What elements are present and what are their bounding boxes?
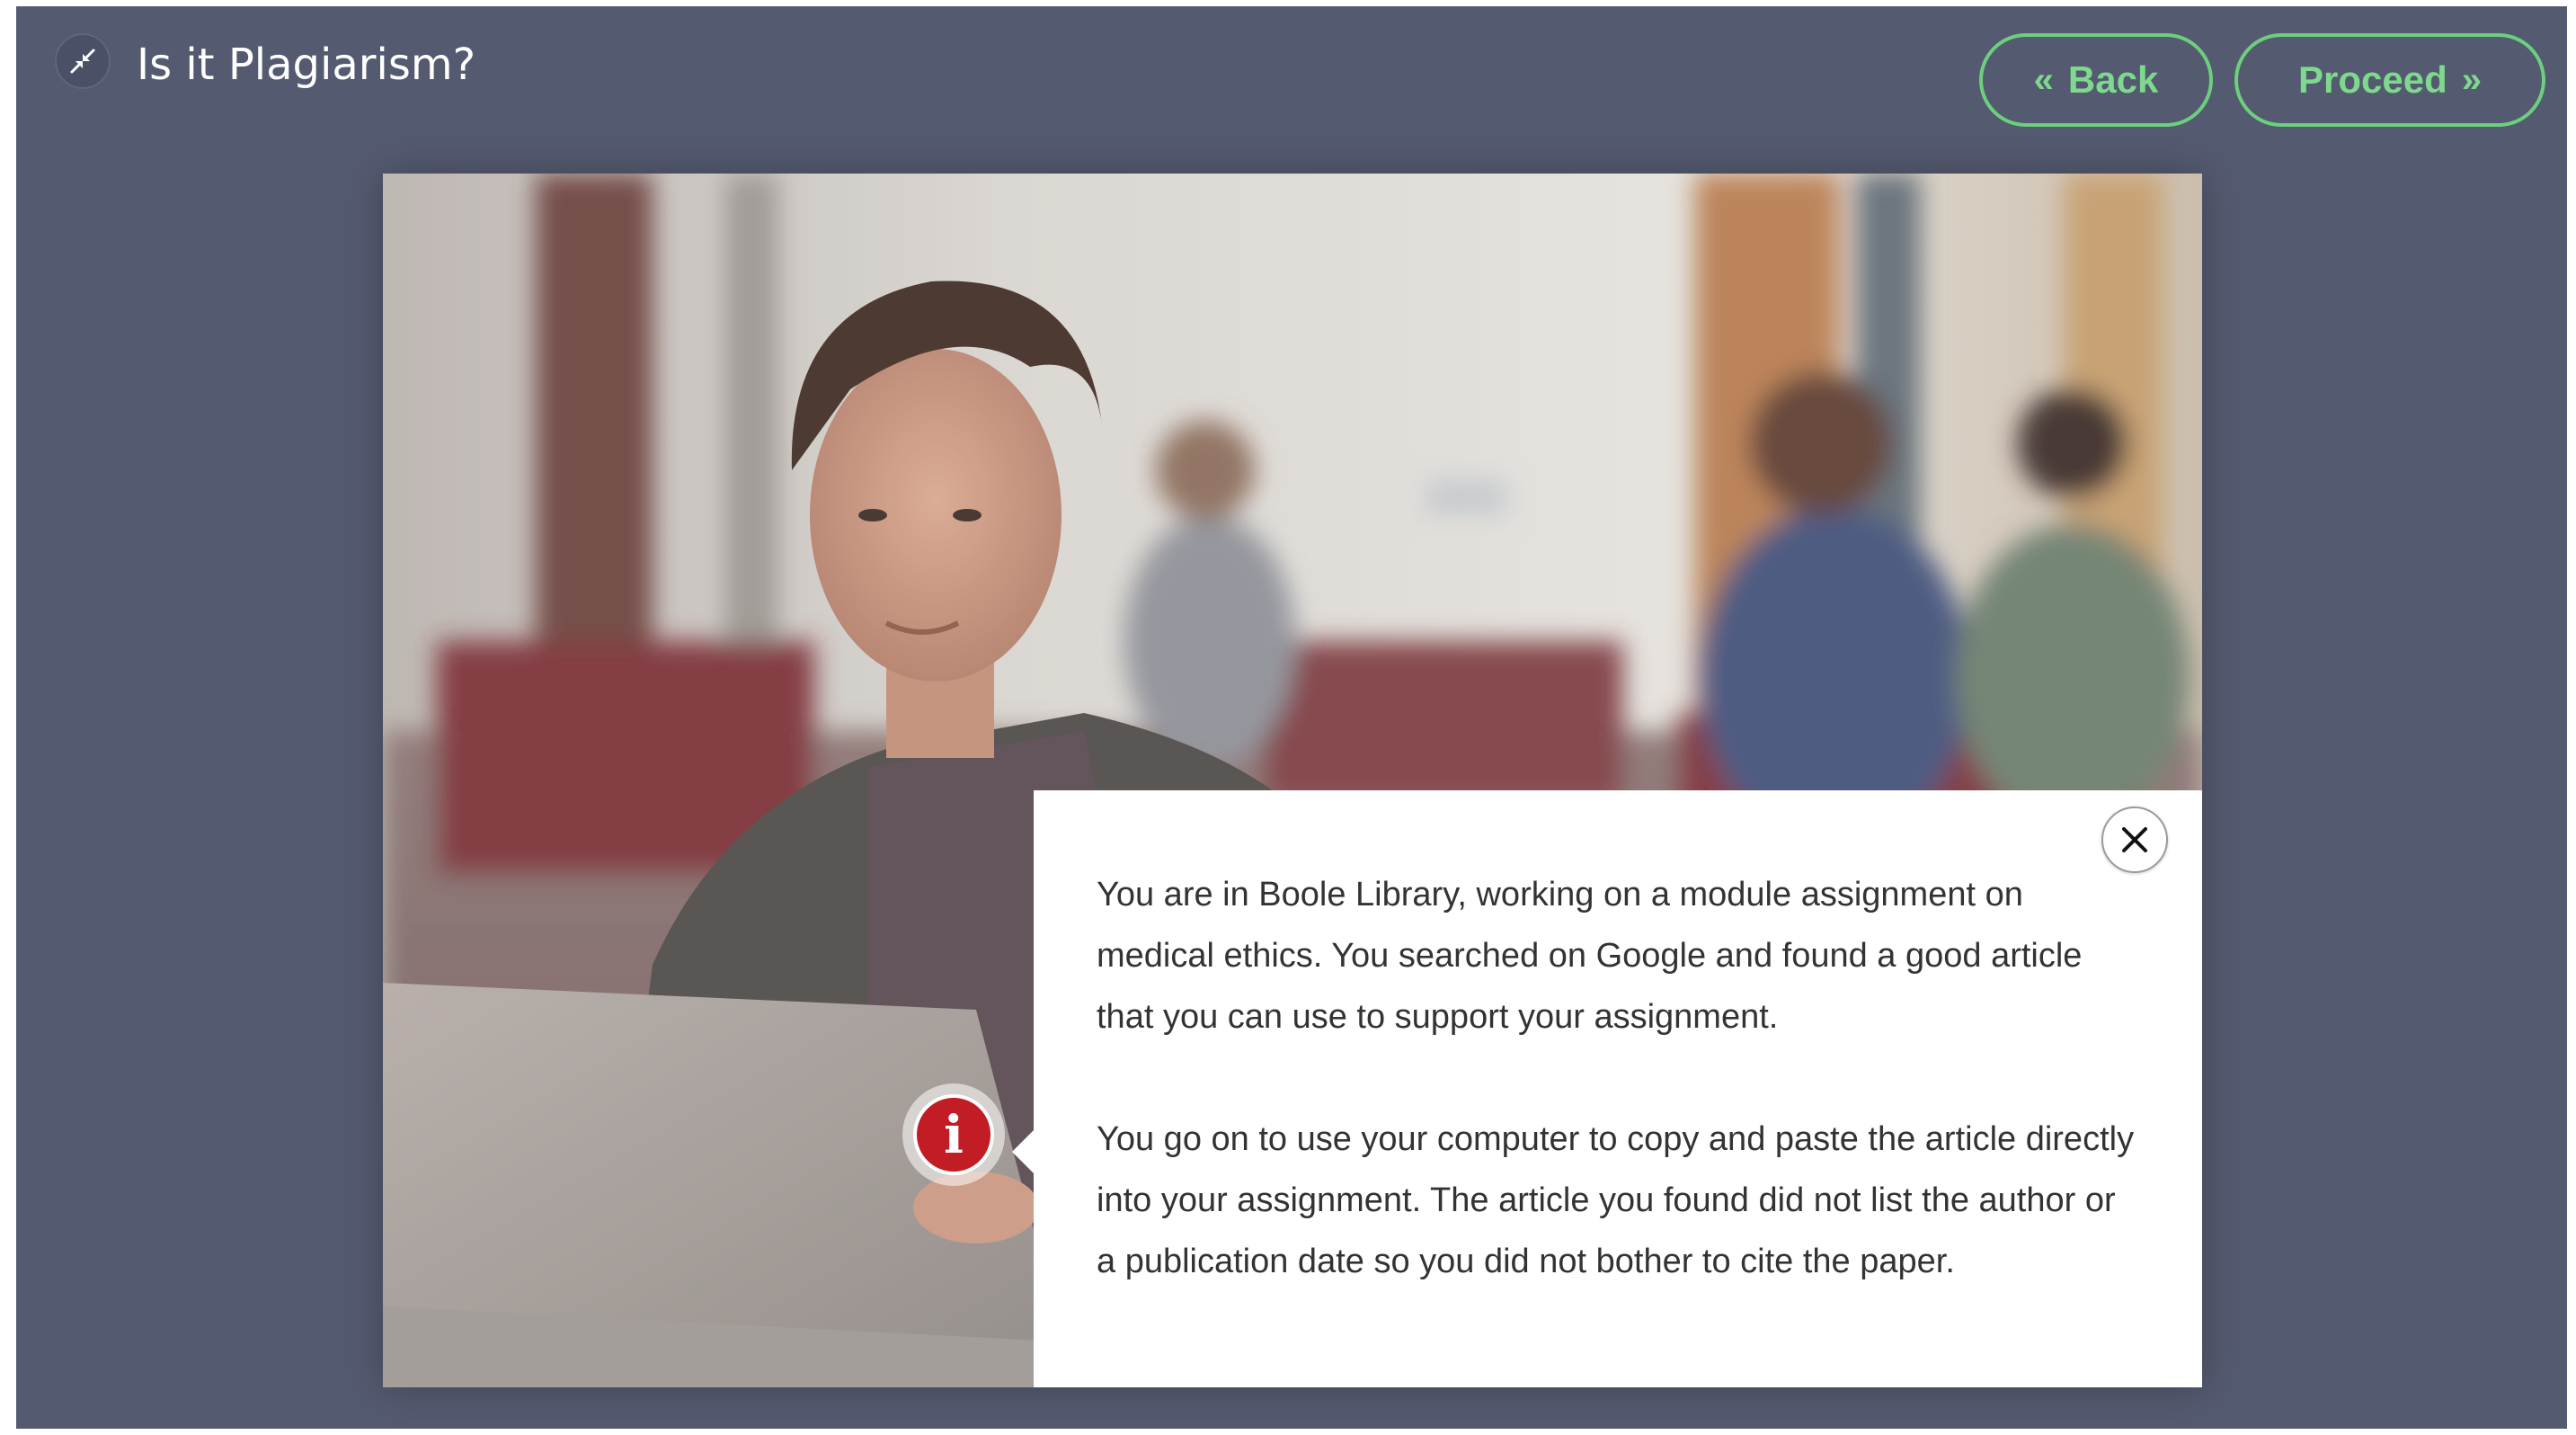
compress-arrows-icon bbox=[70, 49, 95, 74]
info-popup: You are in Boole Library, working on a m… bbox=[1012, 790, 2202, 1387]
scenario-scene: i You are in Boole Library, working on a… bbox=[383, 174, 2202, 1387]
popup-paragraph-2: You go on to use your computer to copy a… bbox=[1097, 1120, 2135, 1280]
back-button-label: Back bbox=[2067, 58, 2159, 101]
popup-paragraph-1: You are in Boole Library, working on a m… bbox=[1097, 876, 2083, 1036]
proceed-button[interactable]: Proceed » bbox=[2234, 33, 2545, 127]
info-hotspot[interactable]: i bbox=[902, 1083, 1005, 1186]
exit-fullscreen-button[interactable] bbox=[55, 33, 111, 89]
app-frame: Is it Plagiarism? « Back Proceed » i You… bbox=[16, 6, 2567, 1429]
popup-close-button[interactable] bbox=[2101, 807, 2168, 873]
page-title: Is it Plagiarism? bbox=[137, 40, 476, 90]
close-icon bbox=[2122, 827, 2147, 852]
info-icon: i bbox=[913, 1094, 994, 1175]
popup-pointer bbox=[1012, 1130, 1034, 1173]
proceed-button-label: Proceed bbox=[2298, 58, 2447, 101]
double-chevron-right-icon: » bbox=[2461, 60, 2482, 100]
back-button[interactable]: « Back bbox=[1979, 33, 2213, 127]
double-chevron-left-icon: « bbox=[2033, 60, 2054, 100]
